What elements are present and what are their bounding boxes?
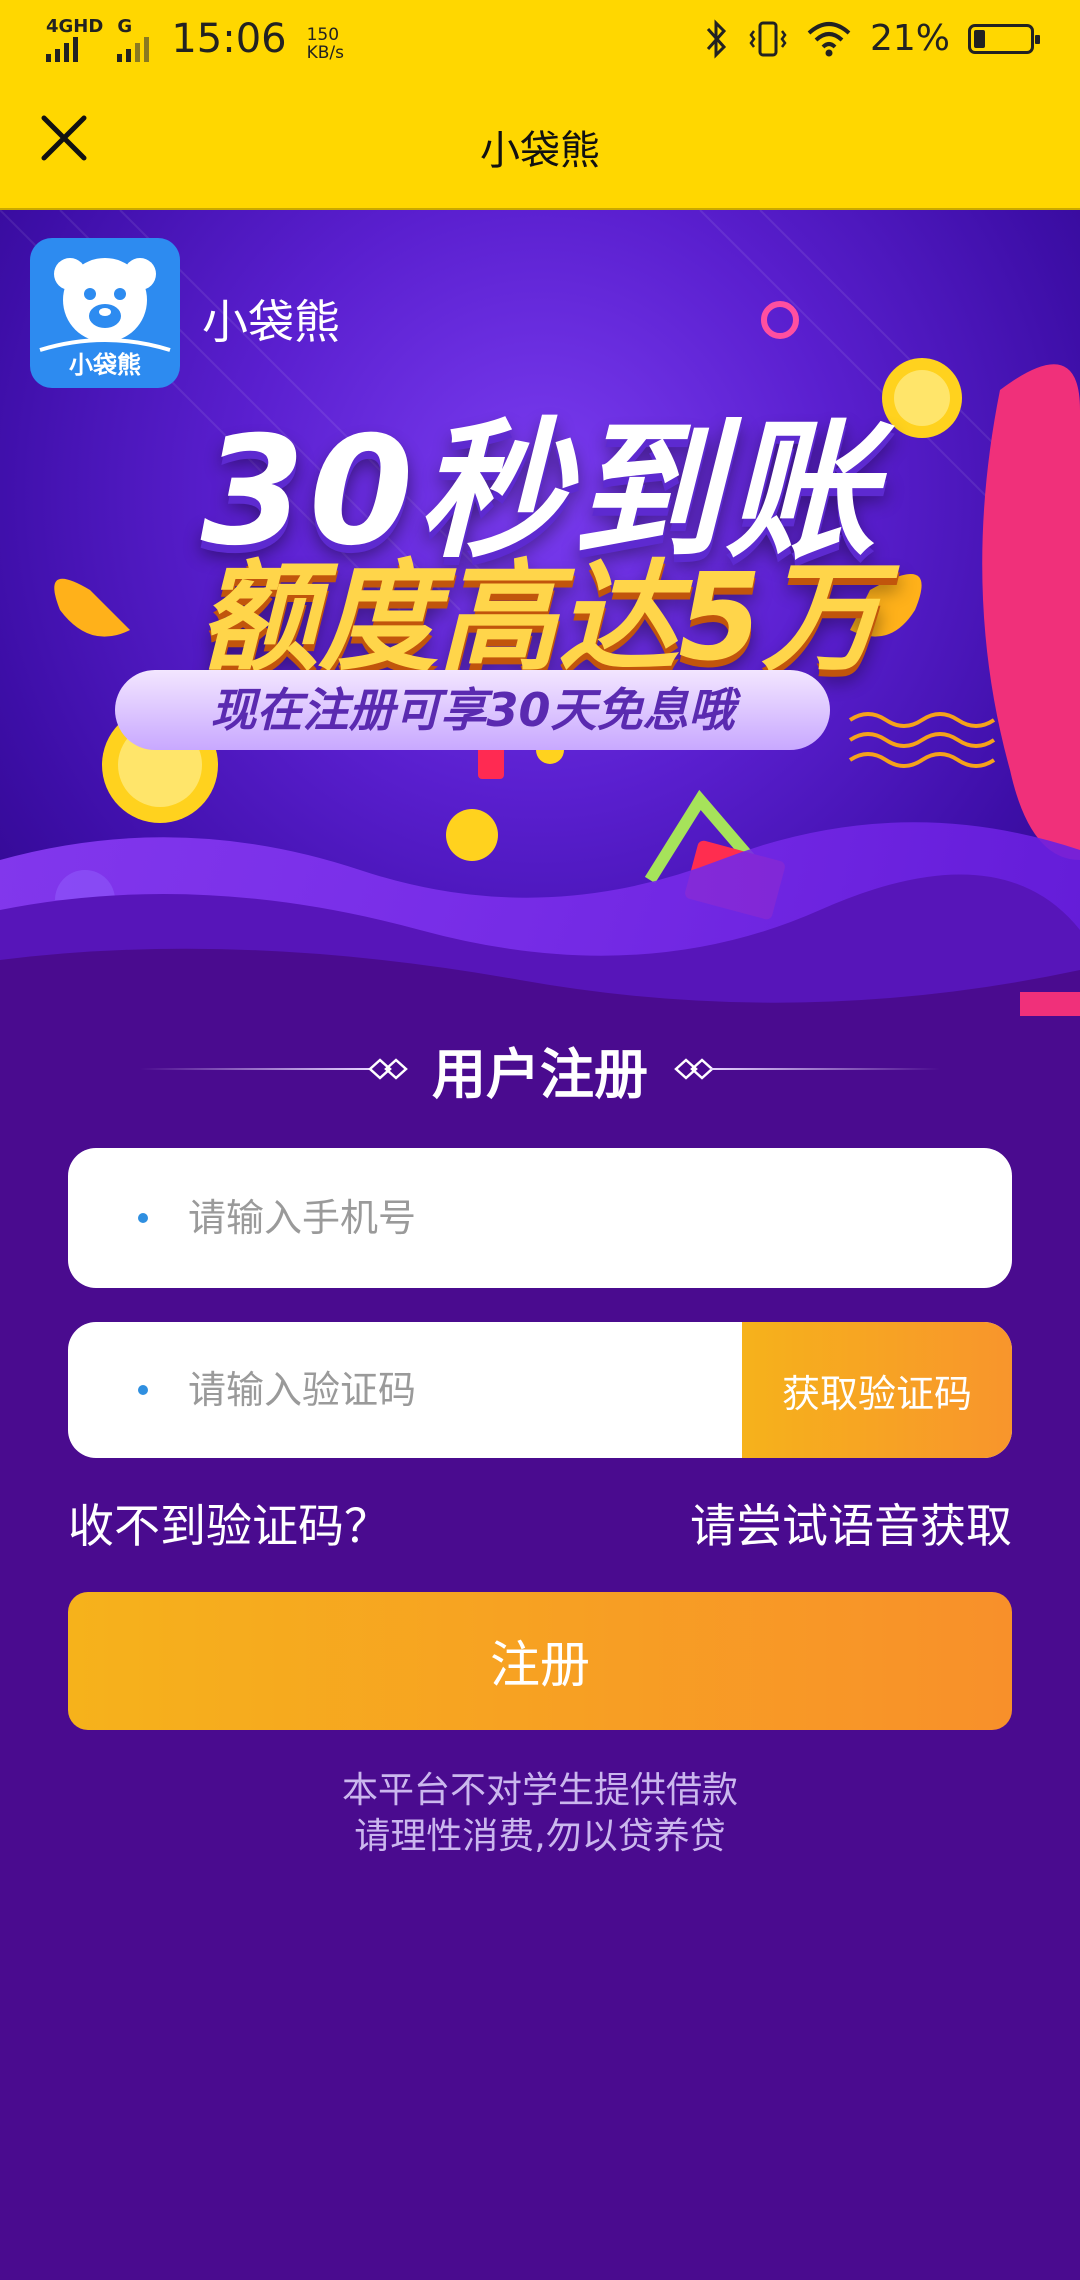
voice-code-link[interactable]: 请尝试语音获取 [690, 1490, 1012, 1556]
network-speed: 150 KB/s [307, 26, 344, 62]
headline-secondary: 额度高达5万 [198, 549, 882, 688]
no-code-text: 收不到验证码？ [68, 1499, 390, 1553]
speed-value: 150 [306, 25, 340, 45]
wifi-icon [807, 21, 851, 56]
code-field: 获取验证码 [68, 1322, 1012, 1458]
diamond-icon [674, 1058, 714, 1080]
verification-code-input[interactable] [186, 1322, 742, 1458]
status-right: 21% [704, 18, 1040, 59]
clock: 15:06 [171, 16, 287, 62]
disclaimer: 本平台不对学生提供借款 请理性消费,勿以贷养贷 [0, 1768, 1080, 1860]
status-bar: 4GHD G 15:06 150 KB/s 21% [0, 0, 1080, 82]
network-label-1: 4GHD [46, 16, 104, 37]
disclaimer-line-2: 请理性消费,勿以贷养贷 [354, 1816, 726, 1857]
phone-input[interactable] [186, 1148, 1012, 1288]
bullet-icon [138, 1385, 148, 1395]
signal-g: G [117, 16, 150, 62]
get-code-button[interactable]: 获取验证码 [742, 1322, 1012, 1458]
page-title: 小袋熊 [480, 128, 600, 174]
code-hint-row: 收不到验证码？ 请尝试语音获取 [68, 1490, 1012, 1553]
disclaimer-line-1: 本平台不对学生提供借款 [341, 1770, 738, 1811]
status-left: 4GHD G 15:06 150 KB/s [46, 16, 344, 62]
register-button[interactable]: 注册 [68, 1592, 1012, 1730]
divider-right [710, 1068, 940, 1070]
vibrate-icon [749, 21, 787, 56]
battery-percent: 21% [869, 18, 950, 59]
signal-bars-icon [117, 36, 150, 62]
bullet-icon [138, 1213, 148, 1223]
speed-unit: KB/s [306, 43, 344, 63]
app-logo: 小袋熊 [30, 238, 180, 388]
battery-icon [968, 23, 1040, 54]
promo-subline: 现在注册可享30天免息哦 [115, 670, 830, 750]
section-title: 用户注册 [0, 1020, 1080, 1110]
signal-bars-icon [46, 36, 78, 62]
network-label-2: G [117, 16, 133, 37]
signal-4g: 4GHD [46, 18, 103, 62]
promo-banner: 小袋熊 小袋熊 30秒到账 额度高达5万 现在注册可享30天免息哦 [0, 210, 1080, 1020]
brand-name: 小袋熊 [202, 295, 340, 349]
bluetooth-icon [706, 18, 727, 59]
phone-field [68, 1148, 1012, 1288]
title-bar: 小袋熊 [0, 82, 1080, 210]
